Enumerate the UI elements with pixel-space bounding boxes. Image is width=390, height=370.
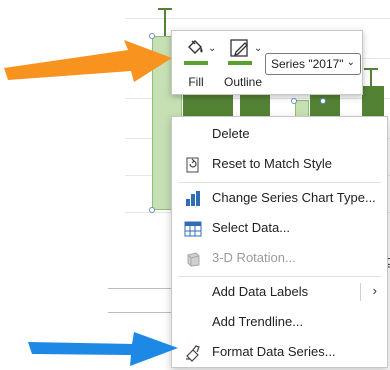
menu-item-add-data-labels[interactable]: Add Data Labels › xyxy=(172,277,387,307)
series-selector-value: Series "2017" xyxy=(271,57,344,71)
menu-item-label: 3-D Rotation... xyxy=(212,250,296,265)
menu-item-select-data[interactable]: Select Data... xyxy=(172,213,387,243)
series-selector[interactable]: Series "2017" ⌄ xyxy=(265,53,361,75)
menu-item-label: Reset to Match Style xyxy=(212,156,332,171)
menu-item-label: Change Series Chart Type... xyxy=(212,190,376,205)
outline-label: Outline xyxy=(223,75,263,89)
format-series-icon xyxy=(184,344,202,362)
blue-annotation-arrow xyxy=(28,332,178,366)
pen-outline-icon xyxy=(228,37,250,59)
menu-item-label: Add Trendline... xyxy=(212,314,304,329)
menu-item-label: Add Data Labels xyxy=(212,284,309,299)
menu-item-label: Format Data Series... xyxy=(212,344,336,359)
menu-item-label: Select Data... xyxy=(212,220,291,235)
outline-button[interactable]: ⌄ Outline xyxy=(222,35,264,93)
error-bar xyxy=(370,68,372,88)
menu-item-change-series-chart-type[interactable]: Change Series Chart Type... xyxy=(172,183,387,213)
menu-item-3d-rotation: 3-D Rotation... xyxy=(172,243,387,273)
select-data-icon xyxy=(184,220,202,238)
chart-type-icon xyxy=(184,190,202,208)
error-bar xyxy=(164,8,166,38)
chart-axis-line xyxy=(108,288,173,289)
rotation-3d-icon xyxy=(184,250,202,268)
selection-handle[interactable] xyxy=(320,98,326,104)
menu-item-label: Delete xyxy=(212,126,250,141)
selection-handle[interactable] xyxy=(149,207,155,213)
chevron-right-icon[interactable]: › xyxy=(373,283,377,298)
menu-item-add-trendline[interactable]: Add Trendline... xyxy=(172,307,387,337)
chevron-down-icon[interactable]: ⌄ xyxy=(254,43,262,54)
fill-color-swatch xyxy=(184,61,208,65)
chevron-down-icon[interactable]: ⌄ xyxy=(208,43,216,54)
chart-bar[interactable] xyxy=(183,95,233,117)
mini-toolbar: ⌄ Fill ⌄ Outline Series "2017" ⌄ xyxy=(171,30,363,95)
chart-bar[interactable] xyxy=(295,100,309,117)
menu-item-format-data-series[interactable]: Format Data Series... xyxy=(172,337,387,367)
error-bar-cap xyxy=(364,68,378,70)
fill-button[interactable]: ⌄ Fill xyxy=(180,35,220,93)
fill-label: Fill xyxy=(188,75,204,89)
outline-color-swatch xyxy=(228,61,252,65)
selection-handle[interactable] xyxy=(291,98,297,104)
chart-bar[interactable] xyxy=(362,86,384,116)
chevron-down-icon: ⌄ xyxy=(346,57,355,68)
chart-bar[interactable] xyxy=(240,95,270,117)
submenu-divider xyxy=(360,283,361,301)
paint-bucket-icon xyxy=(184,37,206,59)
chart-axis-line xyxy=(108,312,173,313)
menu-item-reset-to-match-style[interactable]: Reset to Match Style xyxy=(172,149,387,179)
orange-annotation-arrow xyxy=(4,40,172,82)
reset-style-icon xyxy=(184,156,202,174)
menu-item-delete[interactable]: Delete xyxy=(172,119,387,149)
context-menu: Delete Reset to Match Style Change Serie… xyxy=(171,116,388,368)
error-bar-cap xyxy=(158,8,172,10)
